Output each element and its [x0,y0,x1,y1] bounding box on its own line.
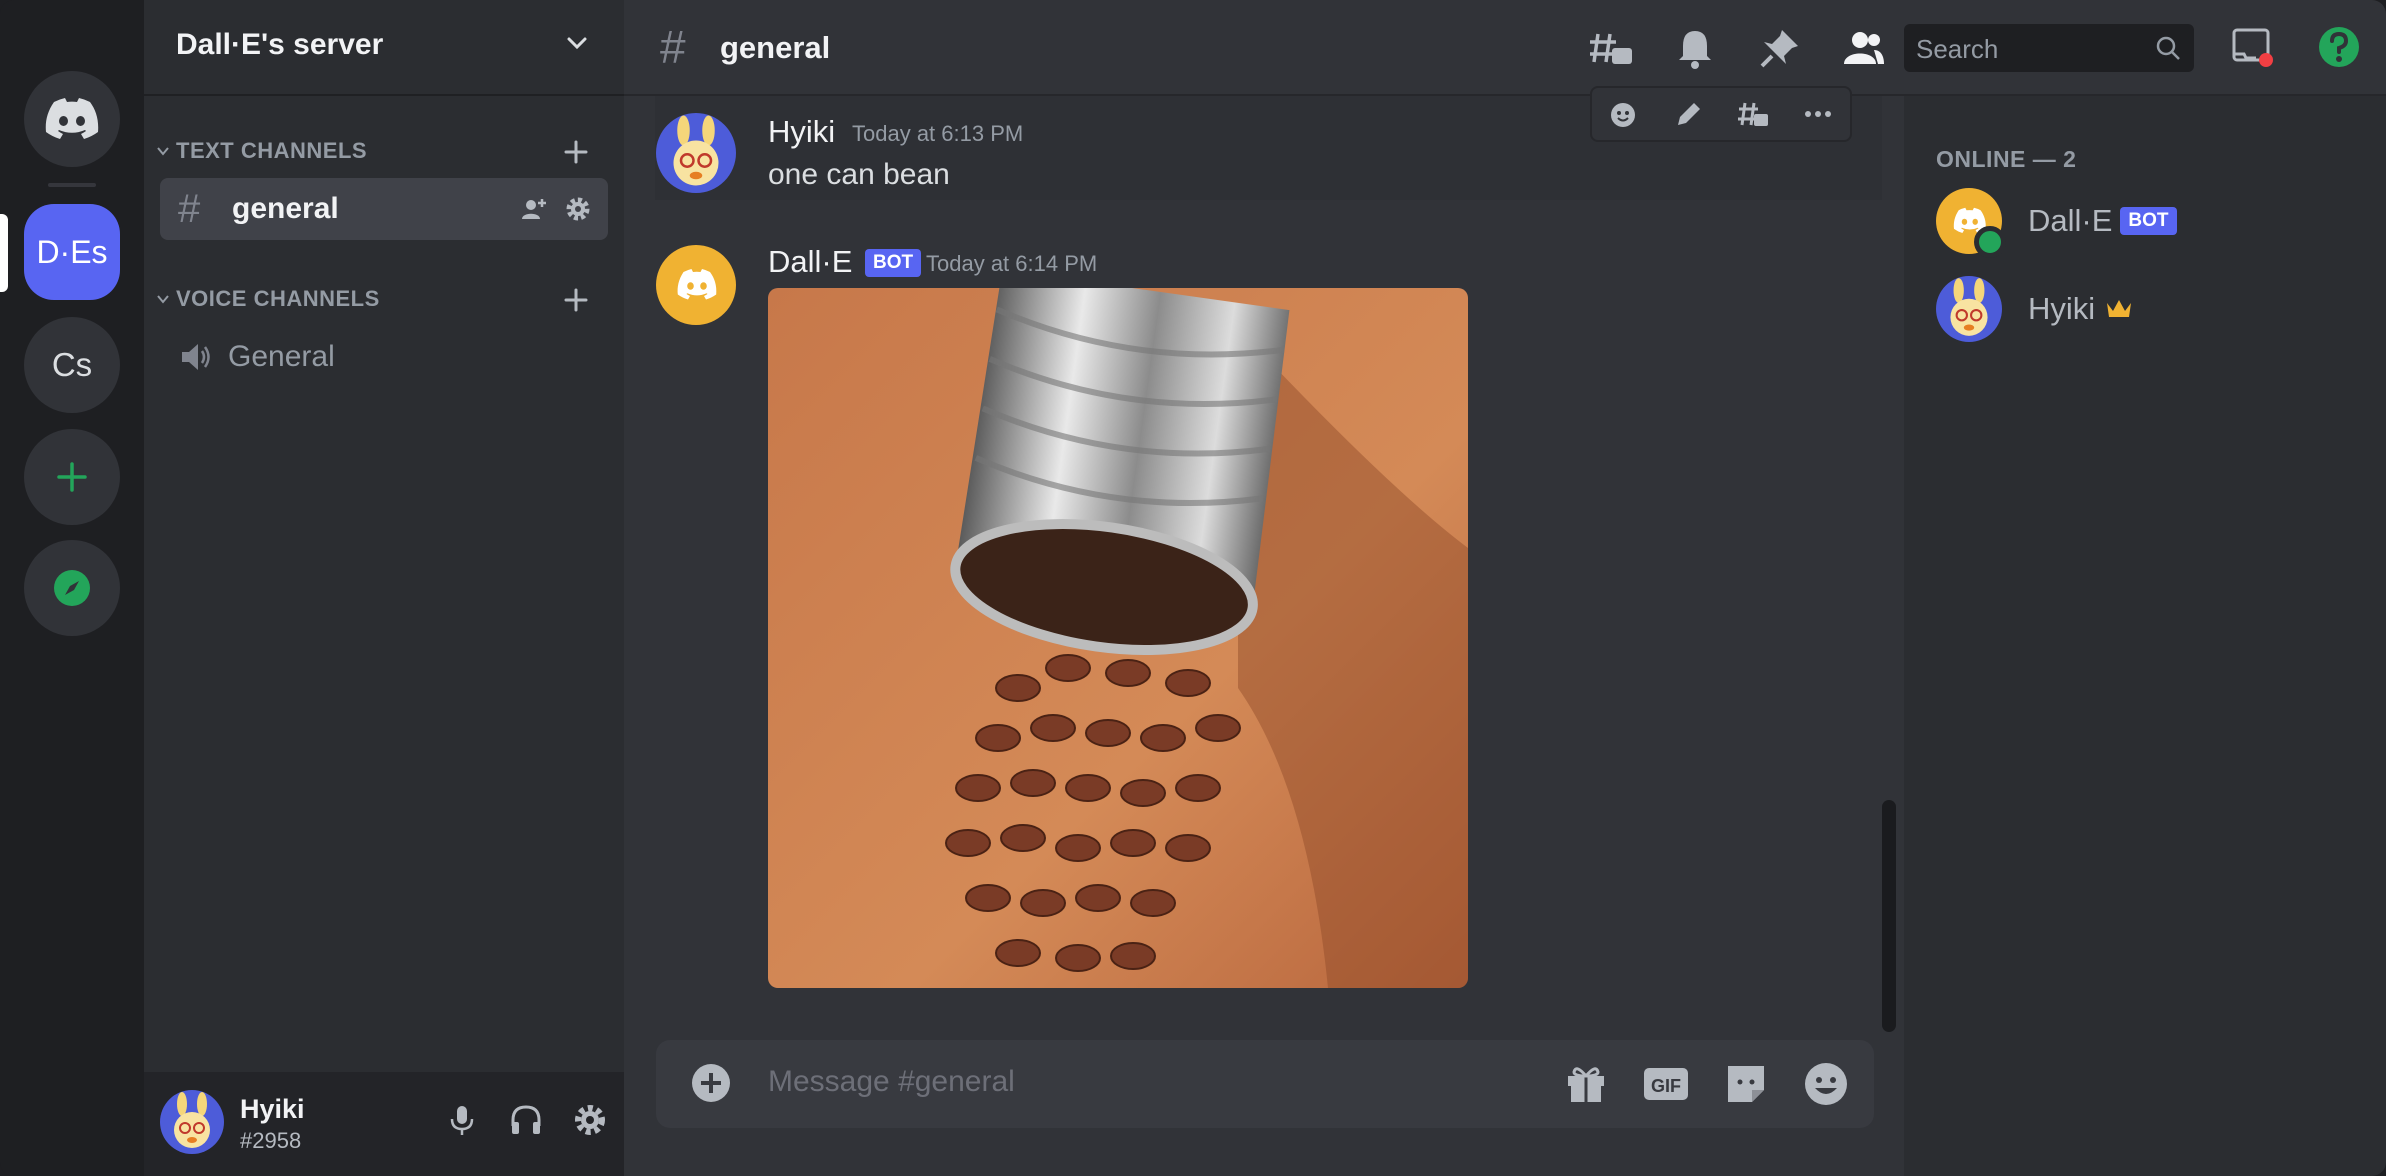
bell-icon[interactable] [1672,26,1718,72]
message-timestamp: Today at 6:14 PM [926,251,1098,276]
bot-badge: BOT [865,249,922,277]
home-button[interactable] [24,71,120,167]
discord-bot-avatar-icon [677,269,717,300]
channel-label: general [232,192,339,225]
category-label: VOICE CHANNELS [176,286,380,311]
chevron-down-icon[interactable] [564,30,590,56]
avatar[interactable] [656,113,736,193]
image-attachment[interactable] [768,288,1468,988]
crown-icon [2107,300,2132,317]
create-thread-icon[interactable] [1736,97,1770,131]
explore-servers-button[interactable] [24,540,120,636]
beans-can-image [768,288,1468,988]
active-server-indicator [0,214,8,292]
avatar [1936,276,2002,342]
hash-icon: # [660,21,686,73]
avatar[interactable] [656,245,736,325]
server-rail: D·Es Cs [0,0,144,1176]
message-timestamp: Today at 6:13 PM [852,121,1024,146]
scrollbar[interactable] [1882,800,1896,1032]
threads-icon[interactable] [1588,26,1634,72]
search-bar[interactable]: Search [1904,24,2194,72]
message-composer[interactable]: Message #general GIF [656,1040,1874,1128]
server-dall-e[interactable]: D·Es [24,204,120,300]
member-list-header: ONLINE — 2 [1936,146,2077,172]
channel-general[interactable]: # general [160,178,608,240]
compass-icon [54,570,90,606]
add-reaction-icon[interactable] [1607,97,1641,131]
category-label: TEXT CHANNELS [176,138,368,163]
gif-label: GIF [1651,1076,1681,1096]
member-list: ONLINE — 2 Dall·E BOT Hyiki [1904,96,2386,1176]
edit-icon[interactable] [1672,97,1706,131]
username: Hyiki [240,1094,305,1124]
rail-divider [48,183,96,187]
sticker-icon[interactable] [1722,1060,1770,1108]
online-status-indicator [1974,226,2006,258]
more-options-icon[interactable] [1801,97,1835,131]
category-text-channels[interactable]: TEXT CHANNELS [156,138,367,164]
message-input-placeholder: Message #general [768,1065,1015,1098]
add-server-button[interactable] [24,429,120,525]
discord-logo-icon [45,98,99,139]
gift-icon[interactable] [1562,1060,1610,1108]
avatar [1936,188,2006,258]
bunny-avatar-icon [160,1090,224,1154]
add-text-channel-icon[interactable] [562,138,590,166]
voice-channel-general[interactable]: General [160,326,608,388]
message-author[interactable]: Hyiki [768,114,835,150]
microphone-icon[interactable] [444,1102,480,1138]
server-dall-e-label: D·Es [36,233,108,270]
user-panel: Hyiki #2958 [144,1072,624,1176]
chevron-down-icon [157,295,169,304]
channel-title: general [720,30,831,65]
avatar[interactable] [160,1090,224,1154]
search-placeholder: Search [1916,34,1999,64]
pin-icon[interactable] [1756,26,1802,72]
inbox-icon[interactable] [2230,24,2276,70]
emoji-icon[interactable] [1802,1060,1850,1108]
bunny-avatar-icon [1936,276,2002,342]
add-attachment-icon[interactable] [690,1062,732,1104]
speaker-icon [182,344,210,370]
discord-window: D·Es Cs Dall·E's server TEXT CHANNELS # … [0,0,2386,1176]
server-cs[interactable]: Cs [24,317,120,413]
chevron-down-icon [157,147,169,156]
invite-user-icon[interactable] [520,195,548,223]
help-icon[interactable] [2316,24,2362,70]
bot-badge: BOT [2120,207,2177,235]
plus-icon [57,462,87,492]
message-actions-toolbar [1590,86,1852,142]
channel-label: General [228,340,335,373]
server-header[interactable]: Dall·E's server [144,0,624,96]
user-settings-gear-icon[interactable] [572,1102,608,1138]
message-text: one can bean [768,158,950,191]
channel-header: # general Search [624,0,2386,96]
bunny-avatar-icon [656,113,736,193]
message-author[interactable]: Dall·E BOT [768,244,922,280]
headphones-icon[interactable] [508,1102,544,1138]
gif-icon[interactable]: GIF [1642,1060,1690,1108]
message-author-name: Dall·E [768,244,853,279]
server-name: Dall·E's server [176,28,384,61]
user-tag: #2958 [240,1128,302,1153]
member-name: Hyiki [2028,291,2096,326]
channel-sidebar: Dall·E's server TEXT CHANNELS # general … [144,0,624,1176]
gear-icon[interactable] [564,195,592,223]
category-voice-channels[interactable]: VOICE CHANNELS [156,286,380,312]
member-item[interactable]: Dall·E BOT [1936,188,2177,258]
add-voice-channel-icon[interactable] [562,286,590,314]
server-cs-label: Cs [51,346,93,383]
member-item[interactable]: Hyiki [1936,276,2133,342]
member-name: Dall·E [2028,203,2113,238]
member-list-icon[interactable] [1840,26,1886,72]
hash-icon: # [178,186,201,231]
search-icon [2156,36,2180,60]
